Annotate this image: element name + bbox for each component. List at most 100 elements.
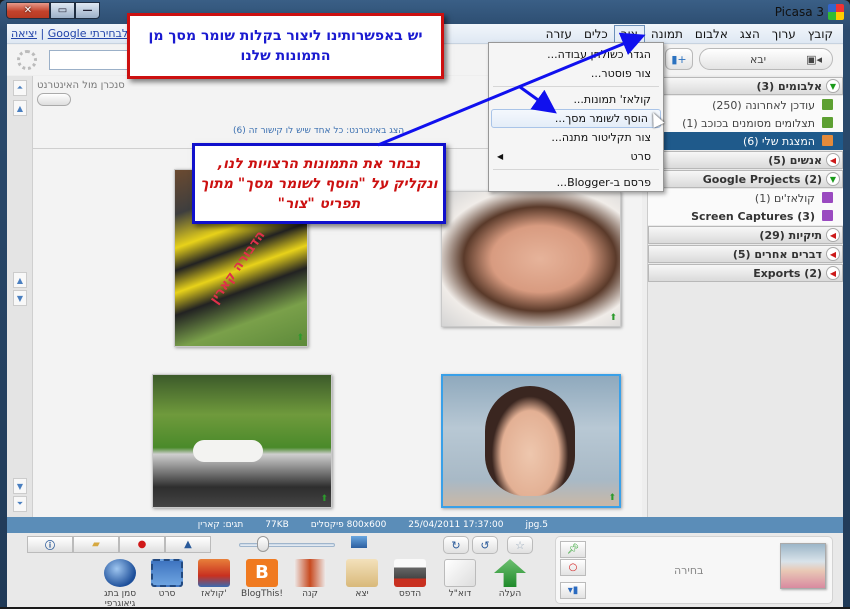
google-earth-icon <box>104 559 136 587</box>
rotate-clockwise-icon: ↻ <box>451 538 461 552</box>
minimize-button[interactable]: — <box>75 2 100 19</box>
add-album-icon: +▮ <box>671 52 687 66</box>
green-pin-icon: 📌︎ <box>566 544 580 555</box>
hold-button[interactable]: 📌︎ <box>560 541 586 558</box>
new-album-button[interactable]: +▮ <box>665 48 693 70</box>
action-geotag[interactable]: סמן בתג גיאוגרפי <box>97 559 143 609</box>
scroll-up-icon[interactable]: ▲ <box>13 100 27 116</box>
loading-spinner-icon <box>17 50 37 70</box>
menu-create-gift-cd[interactable]: צור תקליטור מתנה... <box>489 128 663 147</box>
album-my-slideshow[interactable]: המצגת שלי (6) <box>648 132 843 150</box>
web-album-icon <box>822 135 833 146</box>
close-button[interactable]: ✕ <box>6 2 50 19</box>
expanded-icon: ▼ <box>826 172 840 186</box>
selected-photo-thumbnail[interactable] <box>780 543 826 589</box>
menu-add-to-screensaver[interactable]: הוסף לשומר מסך... <box>491 109 661 128</box>
menu-picture-collage[interactable]: קולאז' תמונות... <box>489 90 663 109</box>
project-screen-captures[interactable]: Screen Captures (3) <box>648 207 843 225</box>
menu-view[interactable]: הצג <box>734 26 766 42</box>
page-up-icon[interactable]: ▲ <box>13 272 27 288</box>
album-dropdown-icon: ▾▮ <box>567 585 579 596</box>
collage-icon <box>198 559 230 587</box>
menu-edit[interactable]: ערוך <box>766 26 802 42</box>
add-to-album-button[interactable]: ▾▮ <box>560 582 586 599</box>
zoom-slider-track[interactable] <box>239 543 335 547</box>
action-export[interactable]: יצא <box>339 559 385 599</box>
camera-icon: ◂▣ <box>806 52 822 66</box>
picasa-window: ✕ ▭ — Picasa 3 קובץ ערוך הצג אלבום תמונה… <box>0 0 850 609</box>
library-scrollbar[interactable]: ⏶ ▲ ▲ ▼ ▼ ⏷ <box>7 76 33 517</box>
action-email[interactable]: דוא"ל <box>437 559 483 599</box>
google-link[interactable]: Google לבחירתי <box>48 27 128 40</box>
menu-post-to-blogger[interactable]: פרסם ב-Blogger... <box>489 173 663 192</box>
share-visibility-note[interactable]: הצג באינטרנט: כל אחד שיש לו קישור זה (6) <box>233 126 404 136</box>
import-button[interactable]: ◂▣ יבא <box>699 48 833 70</box>
tag-icon: ▰ <box>92 539 100 550</box>
close-icon: ✕ <box>23 5 33 16</box>
photo-thumbnail-selected[interactable]: ⬆ <box>441 374 621 508</box>
action-collage[interactable]: קולאז' <box>191 559 237 599</box>
geotag-button[interactable]: ● <box>119 536 165 553</box>
scroll-down-icon[interactable]: ▼ <box>13 478 27 494</box>
album-icon <box>822 99 833 110</box>
collapsed-icon: ◀ <box>826 228 840 242</box>
album-recently-updated[interactable]: עודכן לאחרונה (250) <box>648 96 843 114</box>
menu-set-desktop[interactable]: הגדר כשולחן עבודה... <box>489 45 663 64</box>
page-down-icon[interactable]: ▼ <box>13 290 27 306</box>
submenu-arrow-icon: ◀ <box>497 152 504 161</box>
info-button-group: ⓘ ▰ ● ▲ <box>27 536 211 553</box>
sync-toggle[interactable] <box>37 93 71 106</box>
expanded-icon: ▼ <box>826 79 840 93</box>
action-buy[interactable]: קנה <box>287 559 333 599</box>
clear-selection-button[interactable]: ○ <box>560 559 586 576</box>
upload-badge-icon: ⬆ <box>609 313 617 323</box>
menu-movie[interactable]: סרט ◀ <box>489 147 663 166</box>
movie-film-icon <box>151 559 183 587</box>
album-starred-photos[interactable]: תצלומים מסומנים בכוכב (1) <box>648 114 843 132</box>
menu-picture[interactable]: תמונה <box>645 26 689 42</box>
menu-tools[interactable]: כלים <box>578 26 614 42</box>
blogger-icon: B <box>246 559 278 587</box>
zoom-slider-thumb[interactable] <box>257 536 269 552</box>
photo-thumbnail[interactable]: ⬆ <box>152 374 332 508</box>
buy-print-icon <box>294 559 326 587</box>
minimize-icon: — <box>82 5 93 16</box>
menu-help[interactable]: עזרה <box>540 26 578 42</box>
photo-caption-overlay: הדבורה קארין <box>207 228 269 307</box>
action-print[interactable]: הדפס <box>387 559 433 599</box>
section-albums[interactable]: ▼ אלבומים (3) <box>648 77 843 95</box>
section-folders[interactable]: ◀ תיקיות (29) <box>648 226 843 244</box>
rotate-right-button[interactable]: ↻ <box>443 536 469 554</box>
annotation-callout-middle: נבחר את התמונות הרצויות לנו, ונקליק על "… <box>192 143 446 224</box>
section-other-stuff[interactable]: ◀ דברים אחרים (5) <box>648 245 843 263</box>
link-separator: | <box>40 27 45 40</box>
logout-link[interactable]: יציאה <box>11 27 37 40</box>
section-people[interactable]: ◀ אנשים (5) <box>648 151 843 169</box>
zoom-photo-icon[interactable] <box>351 536 367 548</box>
menu-create-poster[interactable]: צור פוסטר... <box>489 64 663 83</box>
star-button[interactable]: ☆ <box>507 536 533 554</box>
cat-shape <box>193 440 263 462</box>
maximize-button[interactable]: ▭ <box>50 2 75 19</box>
action-blogthis[interactable]: B BlogThis! <box>239 559 285 599</box>
menu-separator <box>493 169 659 170</box>
photo-thumbnail[interactable]: ⬆ <box>441 191 621 327</box>
menu-file[interactable]: קובץ <box>802 26 839 42</box>
menu-create[interactable]: צור <box>613 24 645 43</box>
section-google-projects[interactable]: ▼ Google Projects (2) <box>648 170 843 188</box>
tags-button[interactable]: ▰ <box>73 536 119 553</box>
email-envelope-icon <box>444 559 476 587</box>
section-exports[interactable]: ◀ Exports (2) <box>648 264 843 282</box>
menu-separator <box>493 86 659 87</box>
menu-album[interactable]: אלבום <box>689 26 734 42</box>
scroll-bottom-icon[interactable]: ⏷ <box>13 496 27 512</box>
action-upload[interactable]: העלה <box>487 559 533 599</box>
scroll-top-icon[interactable]: ⏶ <box>13 80 27 96</box>
printer-icon <box>394 559 426 587</box>
info-button[interactable]: ⓘ <box>27 536 73 553</box>
action-movie[interactable]: סרט <box>144 559 190 599</box>
rotate-left-button[interactable]: ↺ <box>472 536 498 554</box>
people-button[interactable]: ▲ <box>165 536 211 553</box>
collapsed-icon: ◀ <box>826 266 840 280</box>
project-collages[interactable]: קולאז'ים (1) <box>648 189 843 207</box>
